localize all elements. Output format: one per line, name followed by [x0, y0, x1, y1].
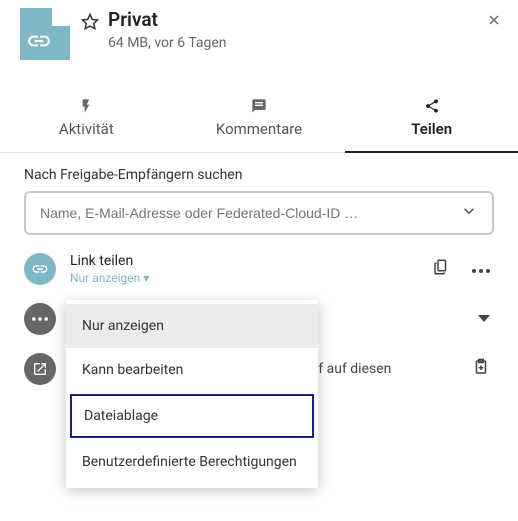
dropdown-opt-filedrop[interactable]: Dateiablage	[70, 394, 314, 438]
search-label: Nach Freigabe-Empfängern suchen	[24, 167, 494, 183]
dropdown-opt-view-only[interactable]: Nur anzeigen	[66, 304, 318, 348]
tab-share-label: Teilen	[411, 120, 452, 138]
tab-activity-label: Aktivität	[59, 120, 114, 138]
dropdown-opt-edit[interactable]: Kann bearbeiten	[66, 348, 318, 392]
tab-comments-label: Kommentare	[216, 120, 302, 138]
file-title: Privat	[108, 8, 482, 31]
clipboard-icon[interactable]	[428, 254, 454, 284]
recipient-search-input[interactable]	[26, 193, 446, 233]
file-meta: 64 MB, vor 6 Tagen	[108, 35, 482, 51]
more-round-icon[interactable]	[24, 303, 56, 335]
recipient-search[interactable]	[24, 191, 494, 235]
more-icon[interactable]	[468, 257, 494, 281]
obscured-text: iff auf diesen	[310, 361, 391, 377]
link-icon	[24, 253, 56, 285]
close-button[interactable]	[482, 8, 506, 36]
caret-down-icon[interactable]	[474, 307, 494, 331]
permission-dropdown-trigger[interactable]: Nur anzeigen ▾	[70, 271, 428, 285]
chevron-down-icon[interactable]	[446, 202, 492, 224]
tab-comments[interactable]: Kommentare	[173, 88, 346, 152]
file-type-icon	[20, 8, 70, 60]
tab-share[interactable]: Teilen	[345, 88, 518, 152]
tab-activity[interactable]: Aktivität	[0, 88, 173, 152]
permission-dropdown: Nur anzeigen Kann bearbeiten Dateiablage…	[66, 300, 318, 488]
favorite-star[interactable]	[78, 10, 102, 34]
share-link-title: Link teilen	[70, 253, 428, 269]
external-share-icon[interactable]	[24, 353, 56, 385]
tabs: Aktivität Kommentare Teilen	[0, 88, 518, 153]
dropdown-opt-custom[interactable]: Benutzerdefinierte Berechtigungen	[66, 440, 318, 484]
clipboard-plus-icon[interactable]	[468, 354, 494, 384]
